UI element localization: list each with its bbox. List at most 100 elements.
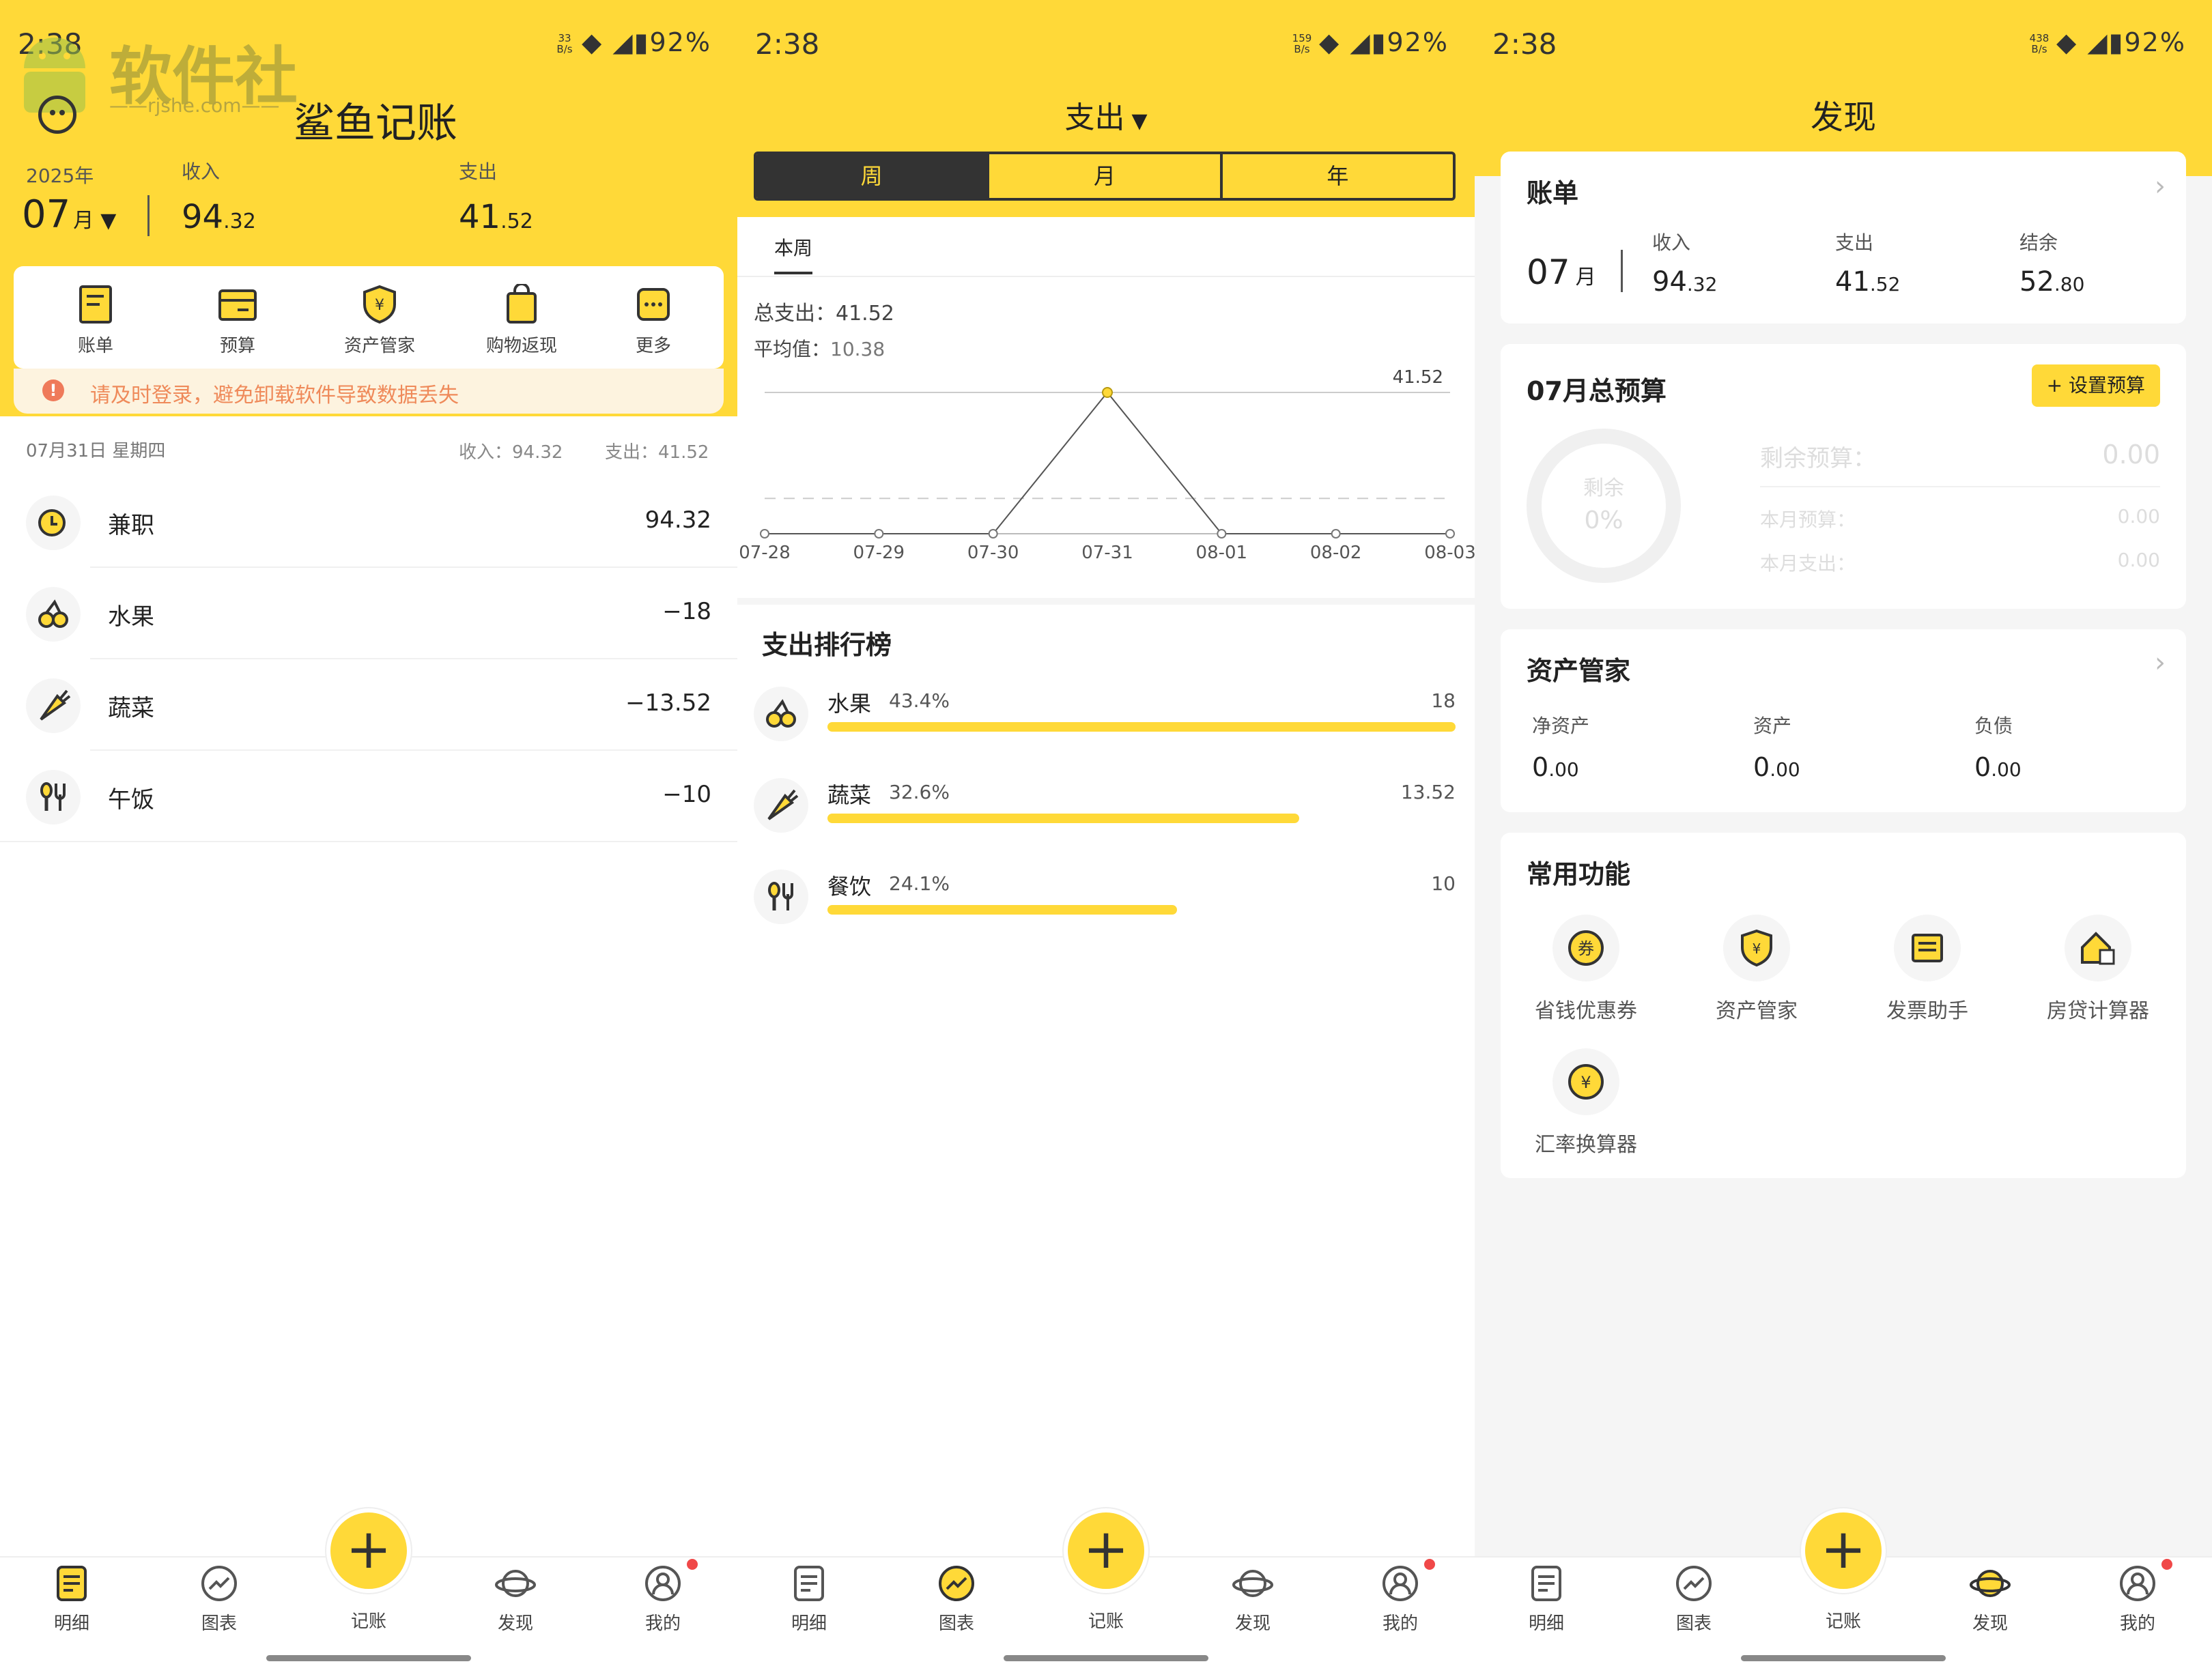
tab-discover[interactable]: 发现	[464, 1563, 567, 1635]
tools-card-title: 常用功能	[1527, 859, 1631, 889]
exchange-icon: ¥	[1552, 1048, 1619, 1115]
quick-asset-label: 资产管家	[343, 336, 415, 356]
ranking-value: 10	[1431, 872, 1456, 895]
asset-card[interactable]: 资产管家 › 净资产 0.00 资产 0.00 负债 0.00	[1501, 629, 2186, 812]
avatar[interactable]	[38, 96, 76, 134]
asset-card-title: 资产管家	[1527, 656, 1631, 686]
net-speed: 159 B/s	[1292, 33, 1312, 55]
tool-label: 发票助手	[1886, 999, 1968, 1023]
list-item[interactable]: 水果 −18	[0, 568, 737, 659]
quick-budget[interactable]: 预算	[169, 284, 306, 357]
bill-card[interactable]: 账单 › 07 月 收入 94.32 支出 41.52 结余 52.80	[1501, 152, 2186, 324]
list-item[interactable]: 兼职 94.32	[0, 476, 737, 568]
data-point	[1102, 387, 1113, 398]
tab-label: 明细	[53, 1613, 89, 1634]
login-notice[interactable]: ! 请及时登录，避免卸载软件导致数据丢失	[14, 369, 724, 414]
add-record-button[interactable]: +	[326, 1508, 411, 1593]
asset-dec: .00	[1770, 758, 1800, 781]
segment-label: 年	[1327, 163, 1349, 189]
ranking-name: 蔬菜	[827, 782, 872, 808]
shopping-bag-icon	[507, 283, 537, 324]
data-point	[1331, 529, 1341, 539]
profile-icon	[1382, 1566, 1418, 1601]
tab-detail[interactable]: 明细	[758, 1563, 860, 1635]
quick-bill[interactable]: 账单	[27, 284, 164, 357]
plus-icon: +	[345, 1517, 392, 1581]
month-unit: 月	[73, 209, 94, 233]
x-tick-label: 07-29	[853, 543, 905, 560]
tab-label: 我的	[644, 1613, 681, 1634]
bill-expense-int: 41	[1835, 266, 1870, 298]
budget-ring-label: 剩余	[1583, 476, 1624, 500]
quick-asset[interactable]: ¥ 资产管家	[311, 284, 448, 357]
home-indicator	[1004, 1655, 1208, 1661]
tab-profile[interactable]: 我的	[2086, 1563, 2189, 1635]
month-picker[interactable]: 07 月 ▼	[22, 192, 116, 237]
debt-label: 负债	[1974, 715, 2013, 737]
budget-ring-pct: 0%	[1584, 506, 1623, 534]
ranking-item[interactable]: 蔬菜 32.6% 13.52	[737, 771, 1475, 863]
quick-cashback[interactable]: 购物返现	[453, 283, 590, 357]
set-budget-button[interactable]: + 设置预算	[2031, 364, 2160, 407]
tab-discover[interactable]: 发现	[1939, 1563, 2041, 1635]
chart-type-picker[interactable]: 支出 ▼	[737, 93, 1475, 137]
home-indicator	[1741, 1655, 1946, 1661]
segment-month[interactable]: 月	[987, 154, 1219, 198]
section-gap	[737, 598, 1475, 605]
net-speed: 438 B/s	[2029, 33, 2050, 55]
debt-dec: .00	[1991, 758, 2022, 781]
tool-asset[interactable]: ¥ 资产管家	[1685, 915, 1828, 1024]
tab-chart[interactable]: 图表	[168, 1563, 270, 1635]
ranking-value: 18	[1431, 689, 1456, 712]
day-income: 收入：94.32	[459, 442, 563, 463]
net-speed-text: 33 B/s	[556, 32, 573, 55]
vegetable-icon	[26, 678, 81, 733]
ranking-item[interactable]: 餐饮 24.1% 10	[737, 863, 1475, 954]
ranking-bar	[827, 722, 1456, 732]
record-name: 午饭	[108, 786, 154, 814]
tab-this-week[interactable]: 本周	[774, 233, 813, 274]
tool-mortgage[interactable]: 房贷计算器	[2026, 915, 2170, 1024]
tab-label: 我的	[1382, 1613, 1418, 1634]
battery-level: 92%	[2124, 27, 2186, 57]
segment-week[interactable]: 周	[756, 154, 987, 198]
planet-icon	[1970, 1570, 2011, 1597]
bill-expense: 41.52	[1835, 266, 1900, 298]
expense-total: 41.52	[459, 198, 533, 236]
quick-more-label: 更多	[635, 336, 671, 356]
add-record-label: 记账	[1825, 1611, 1861, 1632]
tab-profile[interactable]: 我的	[612, 1563, 714, 1635]
tab-profile[interactable]: 我的	[1349, 1563, 1451, 1635]
tab-discover[interactable]: 发现	[1202, 1563, 1304, 1635]
bill-income: 94.32	[1652, 266, 1717, 298]
tab-chart[interactable]: 图表	[905, 1563, 1008, 1635]
tool-invoice[interactable]: 发票助手	[1856, 915, 1999, 1024]
planet-icon	[1232, 1570, 1273, 1597]
add-record-button[interactable]: +	[1801, 1508, 1886, 1593]
quick-bill-label: 账单	[77, 336, 113, 356]
bill-income-int: 94	[1652, 266, 1687, 298]
net-speed-text: 438 B/s	[2029, 32, 2050, 55]
list-item[interactable]: 午饭 −10	[0, 751, 737, 842]
budget-spent-value: 0.00	[2117, 549, 2160, 571]
data-point	[1445, 529, 1455, 539]
ranking-name: 餐饮	[827, 874, 872, 900]
bill-expense-label: 支出	[1835, 231, 1874, 254]
list-item[interactable]: 蔬菜 −13.52	[0, 659, 737, 751]
tab-chart[interactable]: 图表	[1643, 1563, 1745, 1635]
tool-coupon[interactable]: 券 省钱优惠券	[1514, 915, 1658, 1024]
add-record-button[interactable]: +	[1064, 1508, 1148, 1593]
segment-year[interactable]: 年	[1219, 154, 1453, 198]
tool-exchange[interactable]: ¥ 汇率换算器	[1514, 1048, 1658, 1158]
discover-screen: 2:38 438 B/s ◆ ◢▮92% 发现 账单 › 07 月 收入 94.3…	[1475, 0, 2212, 1679]
budget-divider	[1760, 486, 2160, 487]
budget-month-label: 本月预算：	[1760, 508, 1856, 531]
tab-detail[interactable]: 明细	[20, 1563, 123, 1635]
ranking-item[interactable]: 水果 43.4% 18	[737, 680, 1475, 771]
record-name: 水果	[108, 603, 154, 631]
coupon-icon: 券	[1552, 915, 1619, 981]
record-amount: −13.52	[625, 689, 711, 717]
quick-more[interactable]: 更多	[595, 284, 711, 357]
tab-detail[interactable]: 明细	[1495, 1563, 1598, 1635]
budget-spent-label: 本月支出：	[1760, 552, 1856, 575]
